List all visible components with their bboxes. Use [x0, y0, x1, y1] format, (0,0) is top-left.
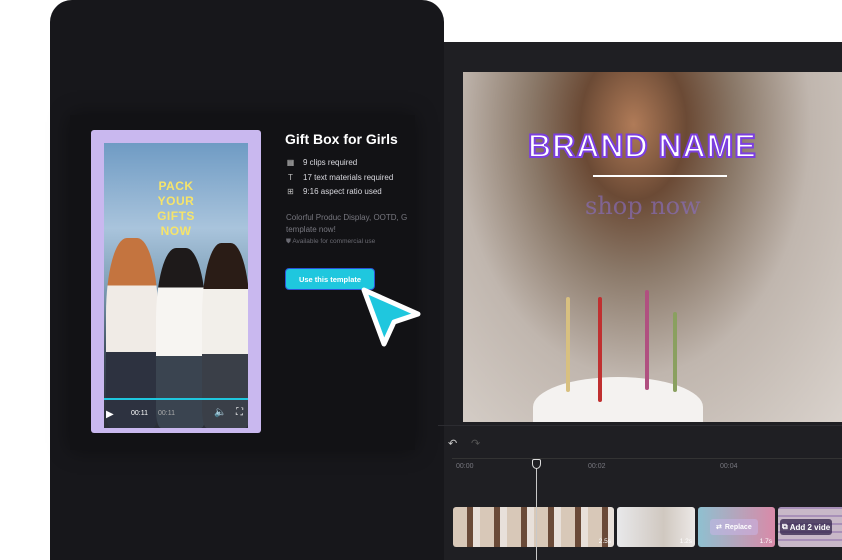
tick-label: 00:00 — [456, 463, 474, 470]
tick-label: 00:04 — [720, 463, 738, 470]
cake-image — [533, 377, 703, 422]
video-progress-bar[interactable] — [104, 398, 248, 400]
timeline-clip-placeholder[interactable]: ⧉ Add 2 vide — [778, 507, 842, 547]
replace-icon: ⇄ — [716, 524, 722, 531]
commercial-use-note: ⛊ Available for commercial use — [286, 238, 375, 246]
tick-label: 00:02 — [588, 463, 606, 470]
timeline-ruler[interactable] — [452, 458, 842, 459]
brand-name-text[interactable]: BRAND NAME — [527, 127, 757, 165]
overlay-line: GIFTS — [157, 209, 195, 223]
video-overlay-text: PACK YOUR GIFTS NOW — [104, 179, 248, 239]
clip-duration: 1.2s — [679, 538, 692, 545]
candle — [673, 312, 677, 392]
clip-duration: 2.5s — [598, 538, 611, 545]
requirement-item: ⊞ 9:16 aspect ratio used — [286, 187, 382, 196]
person — [202, 243, 248, 428]
volume-icon[interactable]: 🔈 — [214, 407, 226, 418]
requirement-item: T 17 text materials required — [286, 173, 393, 182]
candle — [598, 297, 602, 402]
fullscreen-icon[interactable]: ⛶ — [236, 407, 243, 418]
template-title: Gift Box for Girls — [285, 131, 398, 147]
timeline-clip[interactable]: ⇄ Replace 1.7s — [698, 507, 775, 547]
person — [156, 248, 206, 428]
editor-preview-canvas[interactable]: BRAND NAME shop now — [463, 72, 842, 422]
total-time: 00:11 — [158, 410, 175, 417]
availability-text: Available for commercial use — [292, 238, 376, 245]
add-video-label: Add 2 vide — [789, 522, 831, 532]
requirement-item: ▦ 9 clips required — [286, 158, 358, 167]
overlay-line: YOUR — [157, 194, 195, 208]
undo-icon[interactable]: ↶ — [448, 437, 457, 450]
add-video-button[interactable]: ⧉ Add 2 vide — [780, 519, 833, 535]
current-time: 00:11 — [131, 410, 148, 417]
requirement-label: 9 clips required — [303, 158, 358, 167]
playhead[interactable] — [536, 460, 537, 560]
clip-duration: 1.7s — [759, 538, 772, 545]
candle — [645, 290, 649, 390]
description-text: Colorful Produc Display, OOTD, G templat… — [286, 213, 408, 234]
replace-button[interactable]: ⇄ Replace — [710, 519, 758, 535]
playhead-handle[interactable] — [532, 459, 541, 469]
requirement-label: 17 text materials required — [303, 173, 394, 182]
tagline-text[interactable]: shop now — [585, 192, 701, 220]
overlay-line: PACK — [158, 179, 194, 193]
play-icon[interactable]: ▶ — [106, 409, 114, 420]
shield-icon: ⛊ — [286, 238, 291, 245]
requirement-label: 9:16 aspect ratio used — [303, 187, 382, 196]
redo-icon[interactable]: ↷ — [471, 437, 480, 450]
template-video[interactable]: PACK YOUR GIFTS NOW — [104, 143, 248, 428]
template-description: Colorful Produc Display, OOTD, G templat… — [286, 212, 414, 236]
timeline-divider — [438, 425, 842, 426]
candle — [566, 297, 570, 392]
overlay-line: NOW — [160, 224, 192, 238]
film-icon: ▦ — [286, 158, 295, 167]
timeline-clip[interactable]: 2.5s — [453, 507, 614, 547]
divider-line — [593, 175, 727, 177]
cursor-arrow-icon — [361, 287, 421, 347]
layout-icon: ⊞ — [287, 187, 294, 196]
text-icon: T — [288, 173, 293, 182]
replace-label: Replace — [724, 523, 752, 531]
timeline-clip[interactable]: 1.2s — [617, 507, 695, 547]
add-icon: ⧉ — [782, 522, 788, 531]
